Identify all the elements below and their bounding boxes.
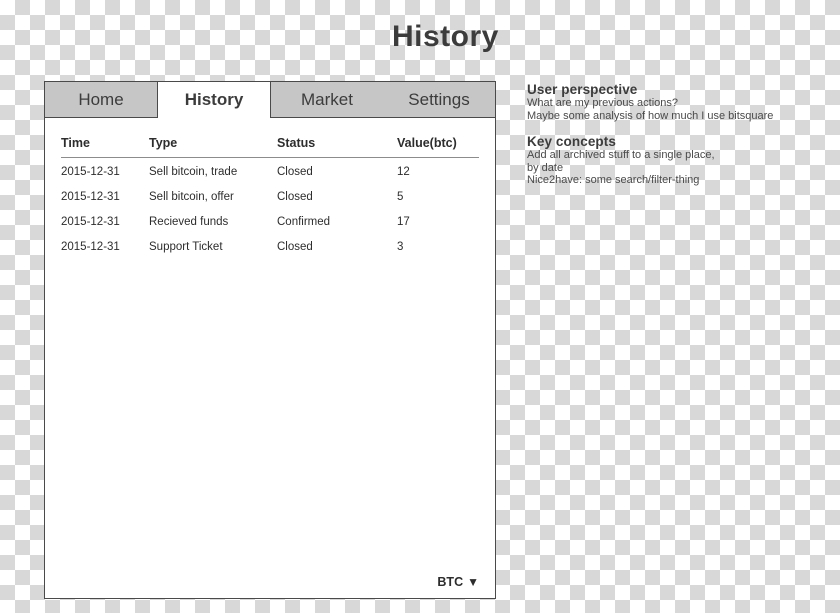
table-row[interactable]: 2015-12-31 Sell bitcoin, trade Closed 12 xyxy=(61,158,479,184)
note-user-perspective: User perspective What are my previous ac… xyxy=(527,82,827,122)
column-header-value[interactable]: Value(btc) xyxy=(397,136,479,158)
page-title: History xyxy=(392,20,499,53)
cell-status: Closed xyxy=(277,166,313,178)
cell-value: 5 xyxy=(397,191,404,203)
cell-type: Support Ticket xyxy=(149,241,223,253)
cell-value: 17 xyxy=(397,216,410,228)
cell-value: 12 xyxy=(397,166,410,178)
app-window: Home History Market Settings Time Type S… xyxy=(44,81,496,599)
note-text-line: Add all archived stuff to a single place… xyxy=(527,149,715,161)
note-key-concepts: Key concepts Add all archived stuff to a… xyxy=(527,134,827,187)
table-row[interactable]: 2015-12-31 Sell bitcoin, offer Closed 5 xyxy=(61,183,479,208)
cell-time: 2015-12-31 xyxy=(61,191,120,203)
cell-status: Closed xyxy=(277,191,313,203)
tab-settings[interactable]: Settings xyxy=(383,82,495,117)
note-heading-user-perspective: User perspective xyxy=(527,82,638,97)
table-header-row: Time Type Status Value(btc) xyxy=(61,136,479,158)
note-text-line: What are my previous actions? xyxy=(527,97,679,109)
currency-selector[interactable]: BTC ▼ xyxy=(437,575,479,589)
chevron-down-icon: ▼ xyxy=(467,575,479,589)
tab-content-history: Time Type Status Value(btc) 2015-12-31 S… xyxy=(45,118,495,599)
cell-type: Recieved funds xyxy=(149,216,229,228)
table-row[interactable]: 2015-12-31 Recieved funds Confirmed 17 xyxy=(61,208,479,233)
note-text-line: by date xyxy=(527,161,564,174)
wireframe-page: History Home History Market Settings Tim… xyxy=(0,0,840,613)
currency-label: BTC xyxy=(437,575,464,589)
tab-bar: Home History Market Settings xyxy=(45,82,495,118)
column-header-time[interactable]: Time xyxy=(61,136,149,158)
cell-type: Sell bitcoin, offer xyxy=(149,191,234,203)
cell-time: 2015-12-31 xyxy=(61,216,120,228)
tab-home[interactable]: Home xyxy=(45,82,157,117)
history-table: Time Type Status Value(btc) 2015-12-31 S… xyxy=(61,136,479,258)
annotation-panel: User perspective What are my previous ac… xyxy=(527,82,827,187)
cell-value: 3 xyxy=(397,241,404,253)
column-header-type[interactable]: Type xyxy=(149,136,277,158)
cell-status: Closed xyxy=(277,241,313,253)
note-text-line: Nice2have: some search/filter-thing xyxy=(527,174,700,186)
cell-time: 2015-12-31 xyxy=(61,241,120,253)
cell-type: Sell bitcoin, trade xyxy=(149,166,238,178)
tab-history[interactable]: History xyxy=(157,82,271,118)
note-text-line: Maybe some analysis of how much I use bi… xyxy=(527,109,774,122)
table-row[interactable]: 2015-12-31 Support Ticket Closed 3 xyxy=(61,233,479,258)
note-heading-key-concepts: Key concepts xyxy=(527,134,616,149)
column-header-status[interactable]: Status xyxy=(277,136,397,158)
cell-time: 2015-12-31 xyxy=(61,166,120,178)
cell-status: Confirmed xyxy=(277,216,331,228)
tab-market[interactable]: Market xyxy=(271,82,383,117)
